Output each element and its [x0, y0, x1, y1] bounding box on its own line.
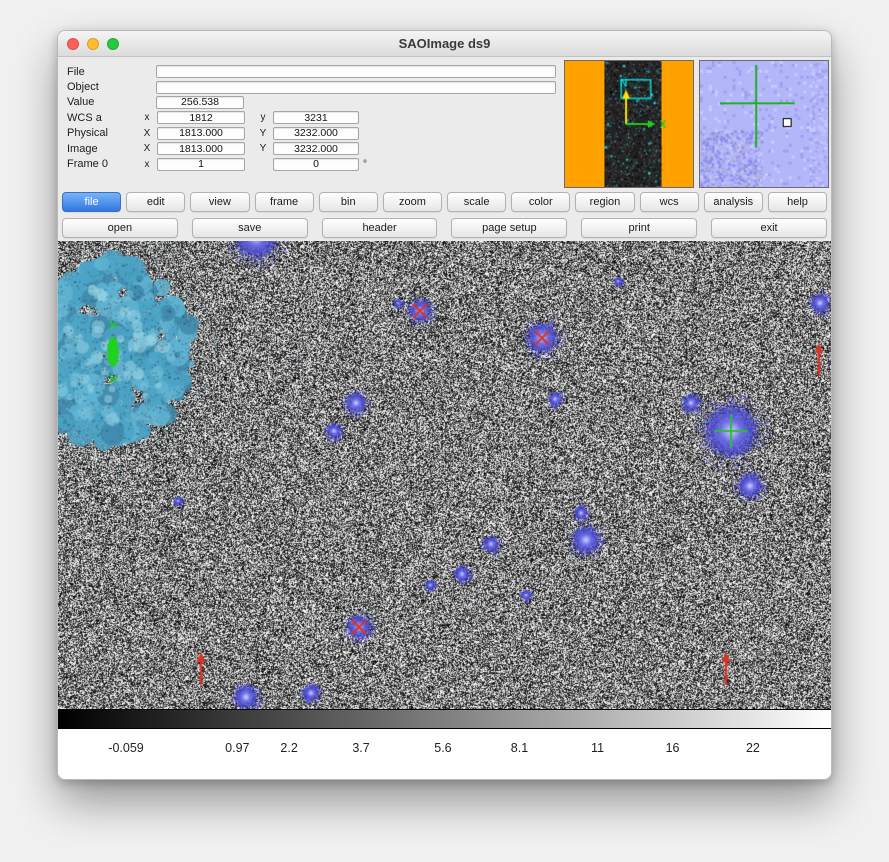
file-field[interactable] [156, 65, 556, 78]
colorbar-tick-label: 0.97 [225, 741, 249, 755]
image-label: Image [58, 143, 142, 155]
info-row-frame: Frame 0 x ° [58, 156, 564, 171]
colorbar-tick-label: 2.2 [280, 741, 297, 755]
image-x-sublabel: X [142, 143, 152, 154]
menu-edit-button[interactable]: edit [126, 192, 185, 212]
ds9-window: SAOImage ds9 File Object Value WCS a x y [57, 30, 832, 780]
physical-label: Physical [58, 127, 142, 139]
colorbar-tick-label: 8.1 [511, 741, 528, 755]
open-button[interactable]: open [62, 218, 178, 238]
info-row-object: Object [58, 79, 564, 94]
object-label: Object [58, 81, 142, 93]
colorbar-tick-label: 22 [746, 741, 760, 755]
menu-analysis-button[interactable]: analysis [704, 192, 763, 212]
traffic-lights [67, 31, 119, 56]
page-setup-button[interactable]: page setup [451, 218, 567, 238]
info-row-wcs: WCS a x y [58, 110, 564, 125]
image-y-sublabel: Y [258, 143, 268, 154]
wcs-x-sublabel: x [142, 112, 152, 123]
file-toolbar: open save header page setup print exit [58, 215, 831, 241]
window-titlebar[interactable]: SAOImage ds9 [58, 31, 831, 57]
object-field[interactable] [156, 81, 556, 94]
physical-x-sublabel: X [142, 128, 152, 139]
menu-file-button[interactable]: file [62, 192, 121, 212]
info-panel: File Object Value WCS a x y Physical X [58, 57, 831, 189]
wcs-x-field[interactable] [157, 111, 245, 124]
frame-rotation-field[interactable] [273, 158, 359, 171]
coordinate-readout: File Object Value WCS a x y Physical X [58, 59, 564, 187]
wcs-y-field[interactable] [273, 111, 359, 124]
menu-view-button[interactable]: view [190, 192, 249, 212]
colorbar-ticks: -0.059 0.97 2.2 3.7 5.6 8.1 11 16 22 [58, 729, 831, 779]
menu-wcs-button[interactable]: wcs [640, 192, 699, 212]
colorbar[interactable] [58, 709, 831, 729]
wcs-label: WCS a [58, 112, 142, 124]
menu-scale-button[interactable]: scale [447, 192, 506, 212]
physical-y-sublabel: Y [258, 128, 268, 139]
info-row-value: Value [58, 95, 564, 110]
menu-bar: file edit view frame bin zoom scale colo… [58, 189, 831, 215]
menu-region-button[interactable]: region [575, 192, 634, 212]
menu-bin-button[interactable]: bin [319, 192, 378, 212]
main-image-canvas[interactable] [58, 241, 832, 709]
magnifier-canvas[interactable] [699, 60, 829, 188]
info-row-image: Image X Y [58, 141, 564, 156]
frame-zoom-sublabel: x [142, 159, 152, 170]
close-icon[interactable] [67, 38, 79, 50]
physical-x-field[interactable] [157, 127, 245, 140]
minimize-icon[interactable] [87, 38, 99, 50]
menu-help-button[interactable]: help [768, 192, 827, 212]
frame-label: Frame 0 [58, 158, 142, 170]
menu-zoom-button[interactable]: zoom [383, 192, 442, 212]
exit-button[interactable]: exit [711, 218, 827, 238]
maximize-icon[interactable] [107, 38, 119, 50]
menu-frame-button[interactable]: frame [255, 192, 314, 212]
menu-color-button[interactable]: color [511, 192, 570, 212]
info-row-file: File [58, 64, 564, 79]
info-row-physical: Physical X Y [58, 126, 564, 141]
file-label: File [58, 66, 142, 78]
header-button[interactable]: header [322, 218, 438, 238]
value-label: Value [58, 96, 142, 108]
window-title: SAOImage ds9 [399, 36, 491, 51]
colorbar-tick-label: 5.6 [434, 741, 451, 755]
panner-canvas[interactable] [564, 60, 694, 188]
degree-suffix: ° [363, 159, 367, 170]
colorbar-tick-label: 16 [666, 741, 680, 755]
colorbar-tick-label: 11 [591, 741, 604, 755]
colorbar-tick-label: -0.059 [108, 741, 143, 755]
image-y-field[interactable] [273, 142, 359, 155]
colorbar-tick-label: 3.7 [352, 741, 369, 755]
wcs-y-sublabel: y [258, 112, 268, 123]
frame-zoom-field[interactable] [157, 158, 245, 171]
print-button[interactable]: print [581, 218, 697, 238]
save-button[interactable]: save [192, 218, 308, 238]
value-field[interactable] [156, 96, 244, 109]
image-x-field[interactable] [157, 142, 245, 155]
physical-y-field[interactable] [273, 127, 359, 140]
